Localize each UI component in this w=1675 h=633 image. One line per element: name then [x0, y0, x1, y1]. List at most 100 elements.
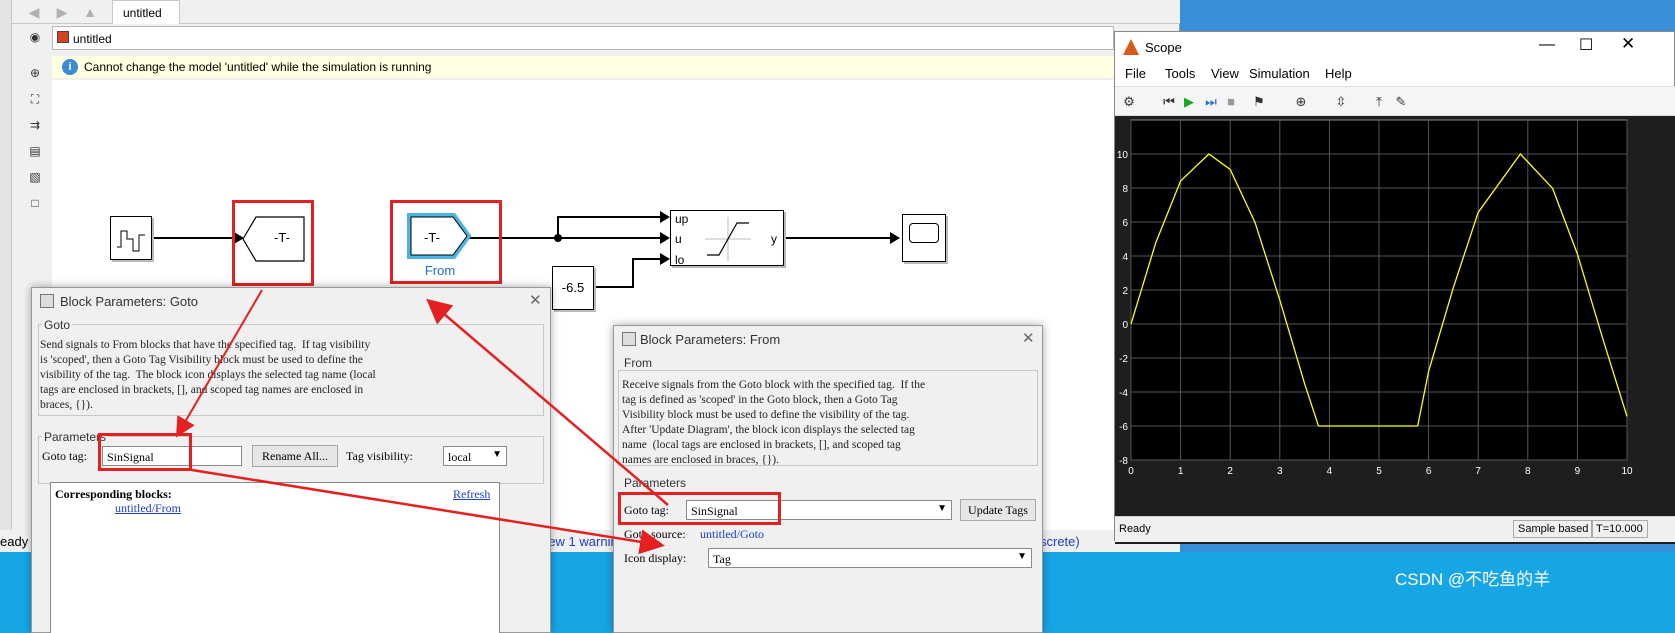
- menu-tools[interactable]: Tools: [1165, 66, 1195, 81]
- corresponding-block-link[interactable]: untitled/From: [115, 501, 181, 516]
- arrowhead: [660, 211, 670, 223]
- fit-view-icon[interactable]: ⛶: [26, 90, 44, 108]
- tab-untitled[interactable]: untitled: [112, 0, 180, 24]
- x-tick-label: 6: [1426, 466, 1432, 477]
- autoscale-icon[interactable]: ⇳: [1333, 94, 1349, 110]
- goto-tag-highlight: [98, 433, 192, 471]
- rename-all-button[interactable]: Rename All...: [252, 445, 338, 467]
- solver-status-link[interactable]: screte): [1040, 534, 1080, 549]
- dialog-icon: [40, 294, 54, 308]
- zoom-icon[interactable]: ⊕: [1293, 94, 1309, 110]
- stop-icon[interactable]: ■: [1223, 94, 1239, 110]
- port-lo-label: lo: [675, 253, 685, 267]
- scope-block[interactable]: [902, 214, 946, 262]
- icon-display-select[interactable]: Tag ▼: [708, 548, 1032, 568]
- arrowhead: [660, 253, 670, 265]
- close-icon[interactable]: ✕: [1022, 329, 1035, 347]
- area-icon[interactable]: □: [26, 194, 44, 212]
- from-description: Receive signals from the Goto block with…: [622, 379, 926, 466]
- back-arrow-icon[interactable]: ◀: [24, 3, 44, 21]
- y-tick-label: -8: [1119, 456, 1128, 467]
- x-tick-label: 7: [1475, 466, 1481, 477]
- goto-tag-label: Goto tag:: [42, 449, 87, 463]
- constant-block[interactable]: -6.5: [552, 266, 594, 310]
- chevron-down-icon: ▼: [492, 449, 502, 460]
- x-tick-label: 8: [1525, 466, 1531, 477]
- model-address-bar[interactable]: untitled: [52, 26, 1114, 50]
- y-tick-label: 8: [1122, 184, 1128, 195]
- scope-plot[interactable]: 0 1 2 3 4 5 6 7 8 9 10 -8 -6 -4 -2 0 2 4 6 8 10: [1115, 116, 1675, 516]
- refresh-link[interactable]: Refresh: [453, 487, 490, 502]
- icon-display-label: Icon display:: [624, 551, 687, 565]
- menu-help[interactable]: Help: [1325, 66, 1352, 81]
- image-icon[interactable]: ▧: [26, 168, 44, 186]
- info-bar: i Cannot change the model 'untitled' whi…: [52, 56, 1114, 78]
- menu-view[interactable]: View: [1211, 66, 1239, 81]
- scope-menu-bar: File Tools View Simulation Help: [1115, 62, 1675, 86]
- maximize-icon[interactable]: ☐: [1579, 35, 1593, 55]
- y-tick-label: 0: [1122, 320, 1128, 331]
- scope-ready-text: Ready: [1119, 523, 1151, 535]
- scope-title-bar: Scope — ☐ ✕: [1115, 32, 1675, 62]
- highlight-icon[interactable]: ⚑: [1251, 94, 1267, 110]
- navigation-bar: ◀ ▶ ▲ untitled: [0, 0, 1180, 24]
- x-tick-label: 3: [1277, 466, 1283, 477]
- signal-line[interactable]: [594, 286, 634, 288]
- tag-visibility-select[interactable]: local ▼: [443, 446, 507, 466]
- x-tick-label: 1: [1178, 466, 1184, 477]
- y-tick-label: 6: [1122, 218, 1128, 229]
- scope-screen-icon: [909, 223, 939, 243]
- x-tick-label: 9: [1575, 466, 1581, 477]
- corresponding-blocks-panel: Corresponding blocks: untitled/From Refr…: [50, 482, 500, 633]
- close-icon[interactable]: ✕: [1621, 34, 1635, 54]
- tag-visibility-label: Tag visibility:: [346, 449, 413, 463]
- up-arrow-icon[interactable]: ▲: [80, 3, 100, 21]
- hide-browser-icon[interactable]: ◉: [26, 28, 44, 46]
- staircase-icon: [117, 230, 145, 252]
- y-tick-label: -6: [1119, 422, 1128, 433]
- signal-line[interactable]: [784, 237, 894, 239]
- saturation-dynamic-block[interactable]: up u lo y: [670, 210, 784, 267]
- model-browser-strip[interactable]: [0, 0, 12, 594]
- signal-line[interactable]: [152, 237, 242, 239]
- info-icon: i: [62, 59, 78, 75]
- address-text: untitled: [73, 32, 112, 46]
- menu-simulation[interactable]: Simulation: [1249, 66, 1310, 81]
- step-forward-icon[interactable]: ⏭: [1203, 94, 1219, 110]
- x-tick-label: 10: [1621, 466, 1633, 477]
- saturation-icon: [705, 217, 751, 261]
- style-icon[interactable]: ✎: [1393, 94, 1409, 110]
- chevron-down-icon: ▼: [1017, 551, 1027, 562]
- signal-line[interactable]: [632, 258, 634, 288]
- menu-file[interactable]: File: [1125, 66, 1146, 81]
- goto-dialog-title: Block Parameters: Goto: [60, 294, 198, 309]
- plot-background: 0 1 2 3 4 5 6 7 8 9 10 -8 -6 -4 -2 0 2 4 6 8 10: [1115, 116, 1675, 544]
- status-ready-text: eady: [0, 534, 29, 549]
- zoom-icon[interactable]: ⊕: [26, 64, 44, 82]
- sim-time-badge: T=10.000: [1591, 520, 1648, 538]
- signal-line[interactable]: [557, 216, 668, 218]
- port-up-label: up: [675, 212, 689, 226]
- minimize-icon[interactable]: —: [1539, 36, 1555, 54]
- gear-icon[interactable]: ⚙: [1121, 94, 1137, 110]
- forward-arrow-icon[interactable]: ▶: [52, 3, 72, 21]
- from-goto-tag-highlight: [618, 492, 781, 525]
- goto-source-link[interactable]: untitled/Goto: [700, 527, 764, 542]
- close-icon[interactable]: ✕: [529, 291, 542, 309]
- chevron-down-icon: ▼: [937, 503, 947, 514]
- arrows-icon[interactable]: ⇉: [26, 116, 44, 134]
- parameters-label: Parameters: [622, 476, 689, 490]
- triggers-icon[interactable]: ⤒: [1371, 94, 1387, 110]
- scope-window: Scope — ☐ ✕ File Tools View Simulation H…: [1114, 31, 1675, 544]
- scope-status-bar: Ready Sample based T=10.000: [1115, 516, 1675, 542]
- goto-description: Send signals to From blocks that have th…: [40, 339, 376, 411]
- update-tags-button[interactable]: Update Tags: [960, 499, 1036, 521]
- annotation-icon[interactable]: ▤: [26, 142, 44, 160]
- run-icon[interactable]: ▶: [1181, 94, 1197, 110]
- step-back-icon[interactable]: ⏮: [1161, 94, 1177, 110]
- x-tick-label: 4: [1327, 466, 1333, 477]
- model-icon: [57, 31, 69, 43]
- signal-source-block[interactable]: [110, 216, 152, 260]
- sample-based-badge: Sample based: [1513, 520, 1594, 538]
- arrowhead: [890, 232, 900, 244]
